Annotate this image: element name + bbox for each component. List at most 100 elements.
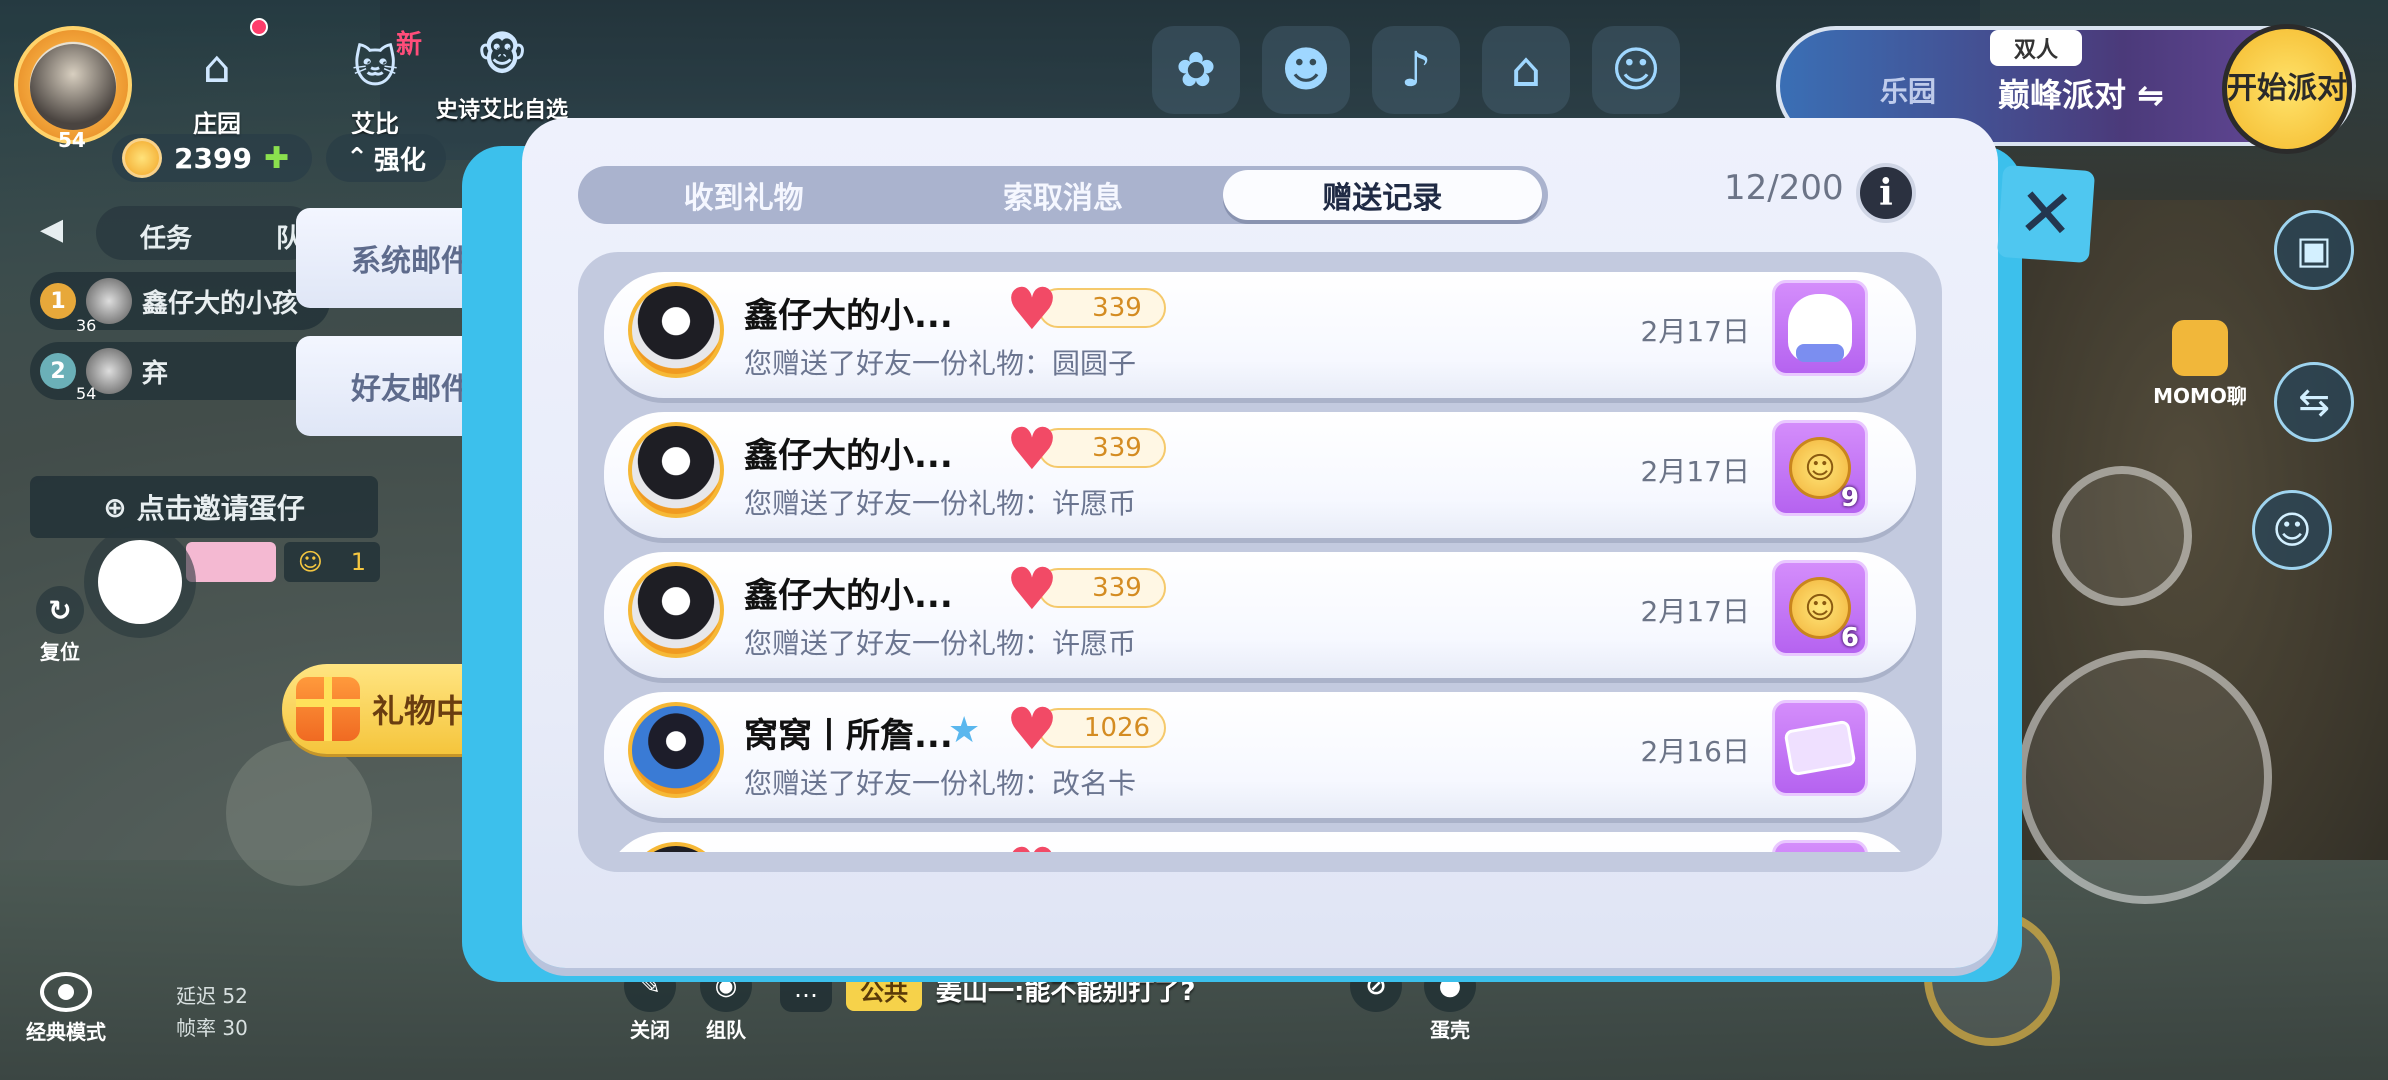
avatar[interactable] (628, 842, 724, 852)
records-list[interactable]: 鑫仔大的小... 339 ♥ 您赠送了好友一份礼物：圆圆子 2月17日 鑫仔大的… (578, 252, 1942, 872)
box-icon[interactable]: ▣ (2274, 210, 2354, 290)
face-icon: ☺ (297, 548, 323, 576)
record-date: 2月16日 (1640, 735, 1750, 768)
swap-icon: ⇋ (2137, 76, 2164, 114)
rank-badge: 1 (40, 283, 76, 319)
shop-icon[interactable]: ⌂ (1482, 26, 1570, 114)
record-row[interactable]: 鑫仔大的小... 339 ♥ 您赠送了好友一份礼物：许愿币 2月17日 ☺ 9 (604, 412, 1916, 538)
record-description: 您赠送了好友一份礼物：圆圆子 (744, 347, 1137, 380)
coin-icon (122, 138, 162, 178)
latency-text: 延迟 52 (176, 984, 248, 1008)
monkey-icon: 🐵 (476, 29, 528, 81)
jump-button[interactable] (2018, 650, 2272, 904)
task-level: 36 (76, 316, 97, 335)
info-icon[interactable]: i (1856, 163, 1916, 223)
add-coins-icon[interactable]: ✚ (264, 141, 289, 176)
close-button[interactable]: ✕ (1996, 164, 2096, 264)
activity-icon[interactable]: ☺ (1592, 26, 1680, 114)
rename-card-icon (1783, 719, 1857, 777)
task-row[interactable]: 1 鑫仔大的小孩 (30, 272, 330, 330)
notification-dot (250, 18, 268, 36)
heart-icon: ♥ (1006, 695, 1058, 763)
gift-quantity: 6 (1840, 623, 1859, 653)
friend-name: 窝窝丨所詹... (744, 716, 953, 756)
task-row[interactable]: 2 弃 (30, 342, 330, 400)
hot-sale-icon[interactable]: ✿ (1152, 26, 1240, 114)
heart-icon: ♥ (1006, 840, 1058, 852)
classic-mode-button[interactable]: 经典模式 (26, 972, 106, 1045)
record-description: 您赠送了好友一份礼物：许愿币 (744, 487, 1137, 520)
avatar[interactable] (628, 422, 724, 518)
banquet-icon[interactable]: ♪ (1372, 26, 1460, 114)
friend-name: 鑫仔大的小... (744, 576, 953, 616)
invite-button[interactable]: ⊕ 点击邀请蛋仔 (30, 476, 378, 538)
avatar[interactable] (628, 282, 724, 378)
record-description: 您赠送了好友一份礼物：许愿币 (744, 627, 1137, 660)
gift-item[interactable] (1772, 280, 1868, 376)
sunglasses-icon[interactable]: ☺ (2252, 490, 2332, 570)
collapse-arrow-icon[interactable]: ◀ (40, 212, 63, 247)
record-count: 12/200 (1724, 168, 1844, 208)
momo-chat-button[interactable]: MOMO聊 (2140, 320, 2260, 409)
start-party-button[interactable]: 开始派对 (2222, 24, 2352, 154)
boost-button[interactable]: ⌃ 强化 (326, 134, 446, 182)
record-date: 2月17日 (1640, 315, 1750, 348)
record-row[interactable]: 鑫仔大的小... 339 ♥ 您赠送了好友一份礼物：圆圆子 2月17日 (604, 272, 1916, 398)
task-level: 54 (76, 384, 97, 403)
record-date: 2月17日 (1640, 595, 1750, 628)
fps-text: 帧率 30 (176, 1016, 248, 1040)
gift-icon (296, 677, 360, 741)
gift-item[interactable]: ☺ 6 (1772, 560, 1868, 656)
tab-received-gifts[interactable]: 收到礼物 (584, 170, 903, 220)
tab-sent-records[interactable]: 赠送记录 (1222, 170, 1542, 220)
record-row[interactable]: 鑫仔大的小... 339 ♥ 您赠送了好友一份礼物：许愿币 2月17日 ☺ 6 (604, 552, 1916, 678)
nav-manor-button[interactable]: ⌂ 庄园 (180, 30, 254, 139)
gift-item[interactable] (1772, 700, 1868, 796)
plush-gift-icon (1788, 294, 1852, 362)
network-stats: 延迟 52 帧率 30 (176, 980, 248, 1044)
train-icon[interactable]: ⇆ (2274, 362, 2354, 442)
friend-name: 鑫仔大的小... (744, 296, 953, 336)
counter-tag[interactable]: ☺ 1 (284, 542, 380, 582)
avatar[interactable] (628, 702, 724, 798)
new-badge: 新 (396, 30, 423, 60)
refresh-icon: ↻ (36, 586, 84, 634)
mode-tag: 双人 (1990, 30, 2082, 66)
house-icon: ⌂ (203, 41, 231, 93)
modal-tabs: 收到礼物 索取消息 赠送记录 (578, 166, 1548, 224)
gift-item[interactable]: ☺ 9 (1772, 420, 1868, 516)
nav-epic-select-button[interactable]: 🐵 史诗艾比自选 (432, 18, 572, 124)
record-row[interactable]: 窝窝丨所詹... ★ 1026 ♥ 您赠送了好友一份礼物：改名卡 2月16日 (604, 692, 1916, 818)
avatar[interactable] (628, 562, 724, 658)
joystick-knob[interactable] (98, 540, 182, 624)
heart-icon: ♥ (1006, 275, 1058, 343)
rank-badge: 2 (40, 353, 76, 389)
joystick-base[interactable] (226, 740, 372, 886)
emote-tag[interactable] (186, 542, 276, 582)
friend-name: 鑫仔大的小... (744, 436, 953, 476)
player-avatar-image (30, 44, 116, 130)
tab-tasks[interactable]: 任务 (140, 218, 192, 255)
record-row-partial[interactable]: ♥ (604, 832, 1916, 852)
gift-quantity: 9 (1840, 483, 1859, 513)
handbook-icon[interactable]: ☻ (1262, 26, 1350, 114)
player-level: 54 (58, 128, 86, 152)
skill-button[interactable] (2052, 466, 2192, 606)
star-icon: ★ (948, 710, 981, 751)
records-scroll[interactable]: 鑫仔大的小... 339 ♥ 您赠送了好友一份礼物：圆圆子 2月17日 鑫仔大的… (604, 272, 1916, 852)
tab-request-messages[interactable]: 索取消息 (903, 170, 1222, 220)
robot-icon (2172, 320, 2228, 376)
mode-name[interactable]: 巅峰派对 ⇋ (1998, 70, 2164, 116)
heart-icon: ♥ (1006, 415, 1058, 483)
heart-icon: ♥ (1006, 555, 1058, 623)
coin-amount: 2399 (174, 141, 252, 175)
reset-button[interactable]: ↻ 复位 (36, 586, 84, 665)
record-date: 2月17日 (1640, 455, 1750, 488)
gift-item[interactable] (1772, 840, 1868, 852)
mode-category: 乐园 (1880, 75, 1937, 108)
record-description: 您赠送了好友一份礼物：改名卡 (744, 767, 1137, 800)
close-icon: ✕ (2014, 172, 2078, 256)
coin-counter[interactable]: 2399 ✚ (112, 134, 312, 182)
plus-circle-icon: ⊕ (103, 490, 127, 524)
chevron-up-icon: ⌃ (346, 143, 368, 173)
